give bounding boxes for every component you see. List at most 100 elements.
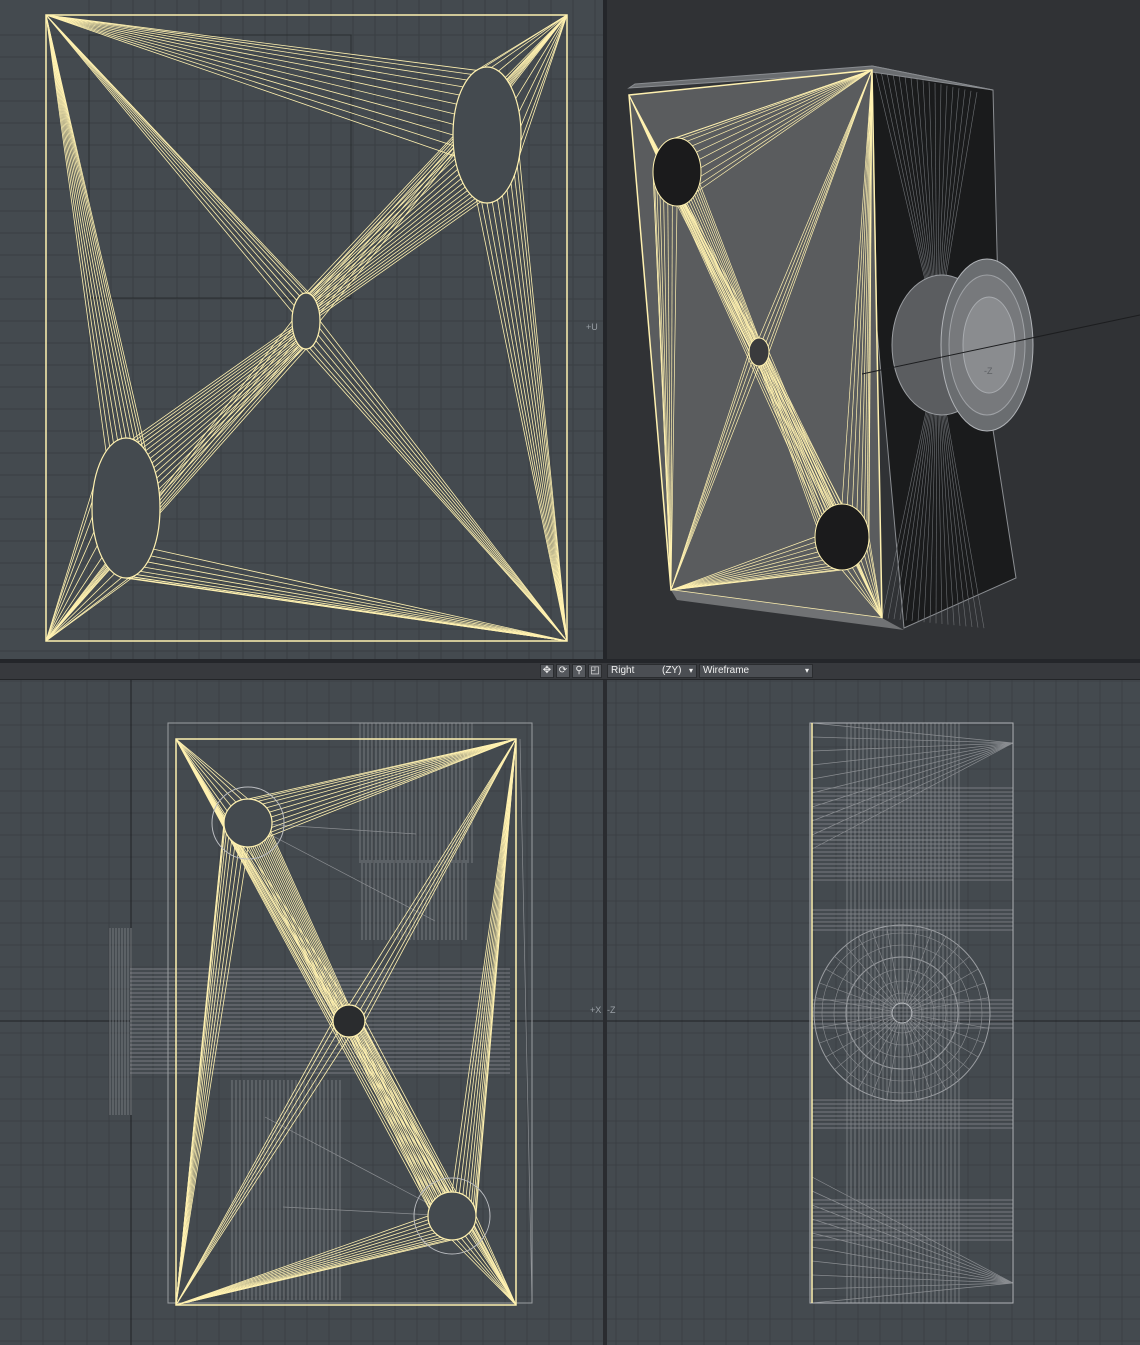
view-type-select[interactable]: Right (ZY) ▾ [607, 664, 697, 678]
wire-line [361, 1030, 444, 1194]
perspective-canvas [627, 65, 1140, 630]
uv-hole-bottom-left [91, 437, 161, 579]
wire-line [45, 14, 297, 301]
wire-line [175, 738, 344, 1007]
rotate-icon[interactable]: ⟳ [556, 664, 570, 678]
wire-line [175, 843, 236, 1306]
wire-line [269, 832, 348, 1006]
wire-line [254, 845, 337, 1013]
wire-line [815, 1014, 893, 1029]
wire-line [266, 738, 517, 809]
wire-line [811, 1190, 1014, 1284]
wire-line [45, 14, 127, 439]
wire-line [151, 342, 298, 464]
wire-line [811, 742, 1014, 836]
wire-line [811, 1274, 1014, 1284]
wire-line [811, 742, 1014, 766]
perspective-axis-label: -Z [984, 366, 993, 376]
wire-line [247, 822, 417, 835]
wire-line [45, 501, 93, 642]
wire-line [811, 1246, 1014, 1284]
wire-line [886, 1022, 901, 1100]
wire-line [153, 343, 299, 468]
wire-line [506, 189, 568, 642]
wire-line [45, 14, 454, 125]
back-viewport[interactable]: -Z [607, 680, 1140, 1345]
wire-line [486, 202, 568, 642]
wire-line [175, 1215, 429, 1306]
wire-line [252, 846, 336, 1014]
wire-line [311, 163, 457, 296]
wire-line [175, 1035, 344, 1306]
wire-line [144, 566, 568, 642]
wire-line [45, 516, 93, 642]
wire-line [811, 742, 1014, 808]
wire-line [811, 1204, 1014, 1284]
wire-line [158, 347, 303, 490]
wire-line [175, 845, 240, 1306]
wire-line [502, 195, 568, 642]
uv-canvas [0, 0, 603, 659]
wire-line [175, 837, 229, 1306]
port-hole-bottom [427, 1191, 477, 1241]
wire-line [886, 926, 901, 1004]
wire-line [157, 346, 302, 484]
wire-line [261, 842, 340, 1009]
wire-line [134, 328, 293, 441]
right-viewport[interactable]: +X [0, 680, 603, 1345]
wire-line [317, 190, 468, 306]
wire-line [314, 178, 462, 300]
wire-line [310, 158, 456, 296]
wire-line [318, 196, 473, 310]
wire-line [256, 845, 337, 1012]
wire-line [313, 173, 460, 299]
wire-line [156, 346, 301, 479]
wire-line [262, 738, 517, 805]
perspective-viewport[interactable]: -Z [607, 0, 1140, 659]
uv-viewport[interactable]: +U [0, 0, 603, 659]
back-canvas [607, 680, 1140, 1345]
wire-line [175, 738, 335, 1016]
wire-line [260, 843, 339, 1010]
uv-hole-center [291, 292, 321, 350]
port-hole-center [332, 1004, 366, 1038]
wire-line [455, 738, 517, 1193]
wire-line [362, 1028, 448, 1193]
wire-line [514, 174, 568, 642]
render-mode-label: Wireframe [703, 665, 750, 676]
wire-line [45, 531, 95, 642]
right-axis-label: +X [590, 1005, 602, 1015]
persp-hole-center [748, 337, 770, 367]
wire-line [147, 338, 296, 455]
wire-line [811, 742, 1014, 780]
wire-line [363, 1026, 452, 1193]
wire-line [45, 14, 472, 75]
viewport-toolbar: ✥ ⟳ ⚲ ◰ Right (ZY) ▾ Wireframe ▾ [0, 663, 1140, 680]
wire-line [271, 738, 517, 823]
zoom-icon[interactable]: ⚲ [572, 664, 586, 678]
wire-line [45, 14, 455, 157]
wire-line [491, 202, 568, 642]
render-mode-select[interactable]: Wireframe ▾ [699, 664, 813, 678]
wire-line [45, 14, 455, 115]
wire-line [364, 1020, 517, 1306]
wire-line [516, 165, 568, 642]
uv-axis-label: +U [586, 322, 598, 332]
wire-line [911, 1014, 989, 1029]
wire-line [45, 545, 98, 642]
wire-line [518, 14, 568, 157]
move-icon[interactable]: ✥ [540, 664, 554, 678]
wire-line [45, 14, 468, 81]
wire-line [811, 1176, 1014, 1284]
view-axes-label: (ZY) [662, 665, 682, 676]
wire-line [520, 14, 568, 127]
maximize-icon[interactable]: ◰ [588, 664, 602, 678]
wire-line [175, 738, 430, 1209]
wire-line [518, 155, 568, 642]
wire-line [354, 738, 517, 1007]
wire-line [175, 846, 249, 1306]
wire-line [175, 1219, 429, 1306]
wire-line [316, 186, 466, 304]
wire-line [175, 738, 232, 807]
wire-line [811, 742, 1014, 794]
